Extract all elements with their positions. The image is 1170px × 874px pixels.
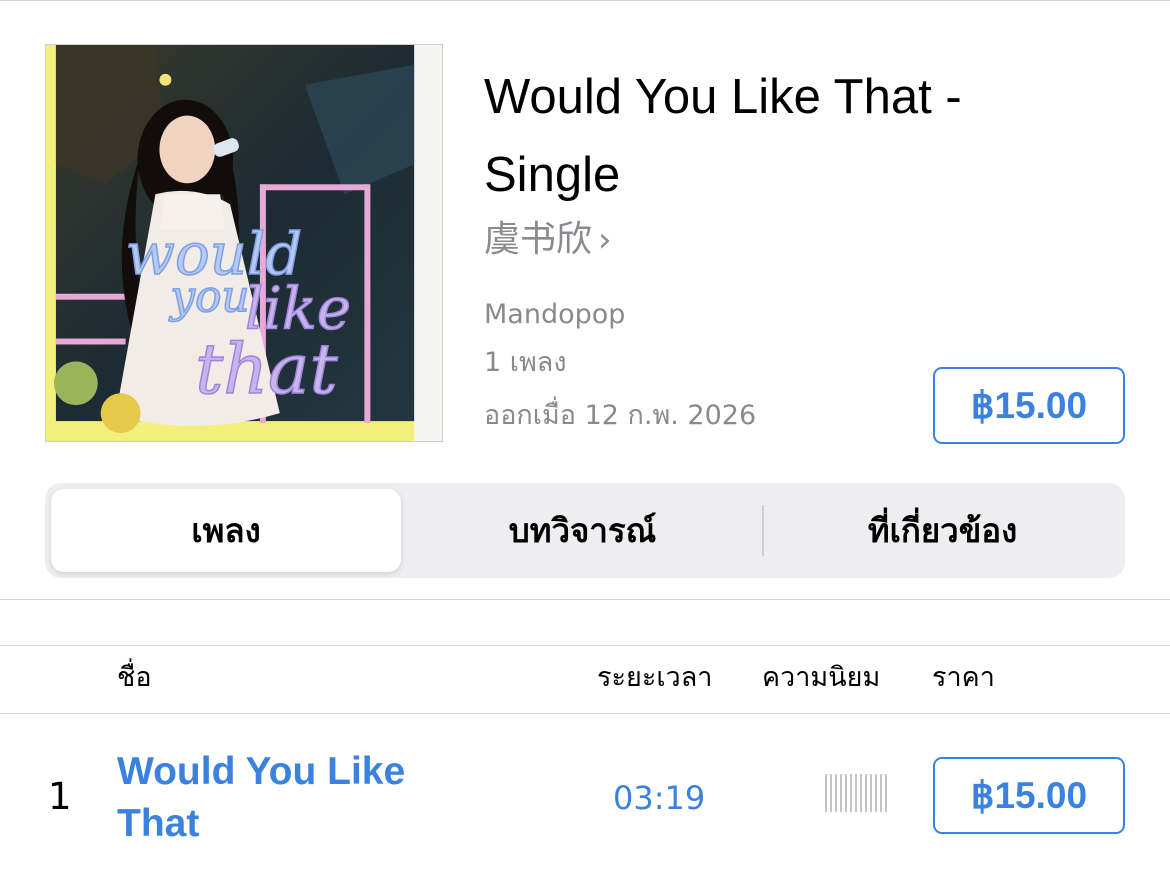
album-track-count: 1 เพลง	[484, 347, 567, 378]
album-artwork-image: would you like that	[46, 45, 442, 441]
track-buy-button[interactable]: ฿15.00	[933, 757, 1125, 834]
track-duration: 03:19	[613, 779, 706, 817]
artist-link[interactable]: 虞书欣 ›	[484, 214, 612, 266]
table-header-top-divider	[0, 645, 1170, 646]
column-header-price[interactable]: ราคา	[932, 660, 995, 696]
column-header-duration[interactable]: ระยะเวลา	[597, 660, 712, 696]
track-title[interactable]: Would You Like That	[117, 746, 447, 850]
section-divider	[0, 599, 1170, 600]
top-divider	[0, 0, 1170, 1]
art-text-that: that	[195, 329, 338, 410]
art-text-you: you	[168, 272, 249, 323]
album-genre: Mandopop	[484, 299, 626, 330]
popularity-bars-icon	[825, 774, 887, 812]
segment-divider	[762, 505, 764, 556]
chevron-right-icon: ›	[598, 220, 612, 260]
tab-related[interactable]: ที่เกี่ยวข้อง	[765, 483, 1120, 578]
segmented-control: เพลง บทวิจารณ์ ที่เกี่ยวข้อง	[45, 483, 1125, 578]
album-artwork: would you like that	[45, 44, 443, 442]
tab-songs[interactable]: เพลง	[51, 489, 401, 572]
table-header-bottom-divider	[0, 713, 1170, 714]
tab-reviews[interactable]: บทวิจารณ์	[405, 483, 760, 578]
album-title: Would You Like That - Single	[484, 70, 962, 202]
album-release-date: ออกเมื่อ 12 ก.พ. 2026	[484, 400, 757, 431]
column-header-name[interactable]: ชื่อ	[117, 660, 152, 696]
album-buy-button[interactable]: ฿15.00	[933, 367, 1125, 444]
track-number: 1	[48, 775, 72, 818]
column-header-popularity[interactable]: ความนิยม	[762, 660, 880, 696]
artist-name: 虞书欣	[484, 219, 593, 260]
